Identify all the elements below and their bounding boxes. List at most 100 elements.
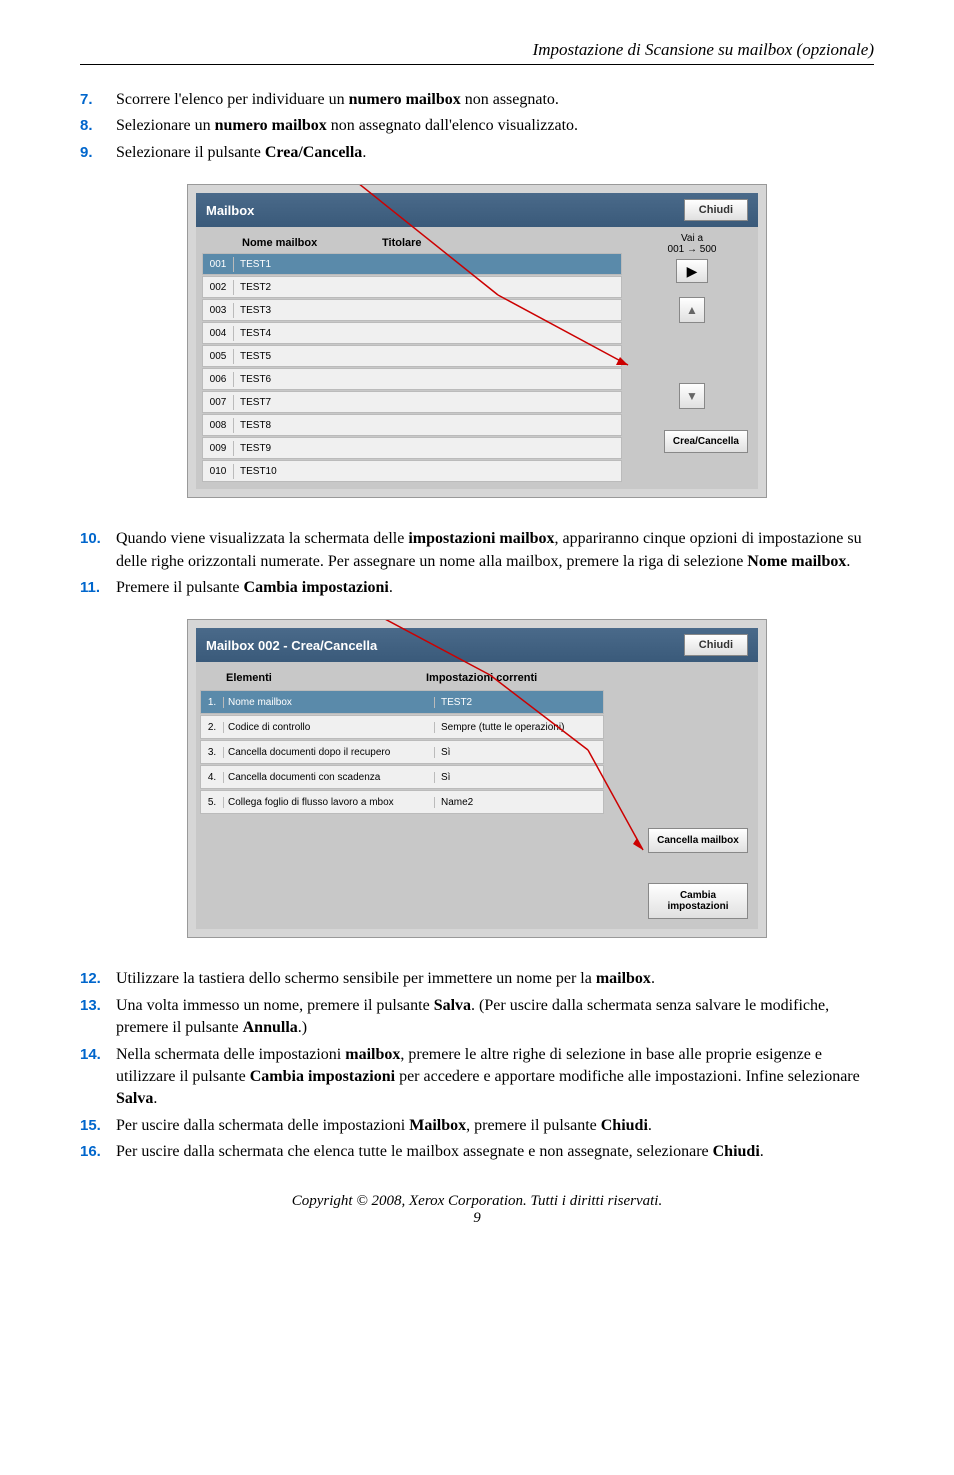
settings-row-name: Cancella documenti dopo il recupero [224,747,435,758]
panel-title-bar: Mailbox Chiudi [196,193,758,227]
settings-row[interactable]: 2.Codice di controlloSempre (tutte le op… [200,715,604,739]
step-text: Nella schermata delle impostazioni mailb… [116,1044,874,1111]
step-number: 14. [80,1044,116,1111]
col-header-name: Nome mailbox [242,237,382,249]
goto-button[interactable]: ▶ [676,259,708,283]
row-name: TEST6 [234,374,271,385]
mailbox-row[interactable]: 009TEST9 [202,437,622,459]
step-number: 16. [80,1141,116,1163]
panel2-title-bar: Mailbox 002 - Crea/Cancella Chiudi [196,628,758,662]
screenshot-1-container: Mailbox Chiudi Nome mailbox Titolare 001… [80,184,874,498]
settings-row-index: 3. [201,747,224,758]
settings-row-name: Cancella documenti con scadenza [224,772,435,783]
mailbox-row[interactable]: 004TEST4 [202,322,622,344]
page-number: 9 [80,1210,874,1227]
step-item: 7.Scorrere l'elenco per individuare un n… [80,89,874,111]
steps-list-a: 7.Scorrere l'elenco per individuare un n… [80,89,874,164]
mailbox-row[interactable]: 001TEST1 [202,253,622,275]
page-header: Impostazione di Scansione su mailbox (op… [80,40,874,65]
step-item: 10.Quando viene visualizzata la schermat… [80,528,874,573]
settings-row-name: Codice di controllo [224,722,435,733]
settings-row-value: Sì [435,772,450,783]
settings-row-value: Sempre (tutte le operazioni) [435,722,564,733]
row-name: TEST3 [234,305,271,316]
row-index: 002 [203,280,234,295]
step-text: Una volta immesso un nome, premere il pu… [116,995,874,1040]
step-text: Utilizzare la tastiera dello schermo sen… [116,968,874,990]
step-text: Quando viene visualizzata la schermata d… [116,528,874,573]
step-item: 11.Premere il pulsante Cambia impostazio… [80,577,874,599]
step-text: Selezionare un numero mailbox non assegn… [116,115,874,137]
settings-side: Cancella mailbox Cambia impostazioni [608,662,758,929]
scroll-down-button[interactable]: ▼ [679,383,705,409]
mailbox-row[interactable]: 010TEST10 [202,460,622,482]
steps-list-b: 10.Quando viene visualizzata la schermat… [80,528,874,599]
row-index: 003 [203,303,234,318]
row-name: TEST8 [234,420,271,431]
step-number: 9. [80,142,116,164]
step-item: 16.Per uscire dalla schermata che elenca… [80,1141,874,1163]
step-text: Premere il pulsante Cambia impostazioni. [116,577,874,599]
row-index: 009 [203,441,234,456]
mailbox-row[interactable]: 008TEST8 [202,414,622,436]
mailbox-list: Nome mailbox Titolare 001TEST1002TEST200… [202,233,622,483]
mailbox-row[interactable]: 003TEST3 [202,299,622,321]
settings-row[interactable]: 1.Nome mailboxTEST2 [200,690,604,714]
settings-row-index: 1. [201,697,224,708]
row-name: TEST2 [234,282,271,293]
step-text: Scorrere l'elenco per individuare un num… [116,89,874,111]
panel2-title: Mailbox 002 - Crea/Cancella [206,638,377,653]
step-text: Per uscire dalla schermata delle imposta… [116,1115,874,1137]
delete-mailbox-button[interactable]: Cancella mailbox [648,828,748,853]
row-index: 004 [203,326,234,341]
step-number: 10. [80,528,116,573]
step-item: 13.Una volta immesso un nome, premere il… [80,995,874,1040]
row-index: 007 [203,395,234,410]
settings-row-index: 4. [201,772,224,783]
mailbox-panel: Mailbox Chiudi Nome mailbox Titolare 001… [187,184,767,498]
settings-row-value: Sì [435,747,450,758]
steps-list-c: 12.Utilizzare la tastiera dello schermo … [80,968,874,1163]
step-text: Per uscire dalla schermata che elenca tu… [116,1141,874,1163]
settings-row[interactable]: 3.Cancella documenti dopo il recuperoSì [200,740,604,764]
row-name: TEST10 [234,466,277,477]
copyright: Copyright © 2008, Xerox Corporation. Tut… [80,1193,874,1210]
col-elements: Elementi [226,672,426,684]
step-number: 8. [80,115,116,137]
step-item: 14.Nella schermata delle impostazioni ma… [80,1044,874,1111]
step-number: 15. [80,1115,116,1137]
mailbox-row[interactable]: 002TEST2 [202,276,622,298]
settings-list: Elementi Impostazioni correnti 1.Nome ma… [196,662,608,929]
row-name: TEST9 [234,443,271,454]
row-index: 010 [203,464,234,479]
settings-row[interactable]: 4.Cancella documenti con scadenzaSì [200,765,604,789]
close-button-2[interactable]: Chiudi [684,634,748,656]
goto-label: Vai a [668,233,717,244]
row-index: 006 [203,372,234,387]
screenshot-2-container: Mailbox 002 - Crea/Cancella Chiudi Eleme… [80,619,874,938]
scroll-up-button[interactable]: ▲ [679,297,705,323]
row-index: 008 [203,418,234,433]
goto-range: 001 → 500 [668,244,717,255]
mailbox-row[interactable]: 005TEST5 [202,345,622,367]
settings-row[interactable]: 5.Collega foglio di flusso lavoro a mbox… [200,790,604,814]
settings-row-index: 2. [201,722,224,733]
row-name: TEST1 [234,259,271,270]
step-number: 11. [80,577,116,599]
settings-row-name: Collega foglio di flusso lavoro a mbox [224,797,435,808]
mailbox-row[interactable]: 006TEST6 [202,368,622,390]
row-name: TEST4 [234,328,271,339]
close-button[interactable]: Chiudi [684,199,748,221]
row-index: 005 [203,349,234,364]
mailbox-row[interactable]: 007TEST7 [202,391,622,413]
settings-panel: Mailbox 002 - Crea/Cancella Chiudi Eleme… [187,619,767,938]
create-delete-button[interactable]: Crea/Cancella [664,430,748,453]
panel-title: Mailbox [206,203,254,218]
settings-row-value: TEST2 [435,697,472,708]
col-current: Impostazioni correnti [426,672,537,684]
change-settings-button[interactable]: Cambia impostazioni [648,883,748,919]
step-number: 7. [80,89,116,111]
row-index: 001 [203,257,234,272]
step-number: 12. [80,968,116,990]
step-number: 13. [80,995,116,1040]
